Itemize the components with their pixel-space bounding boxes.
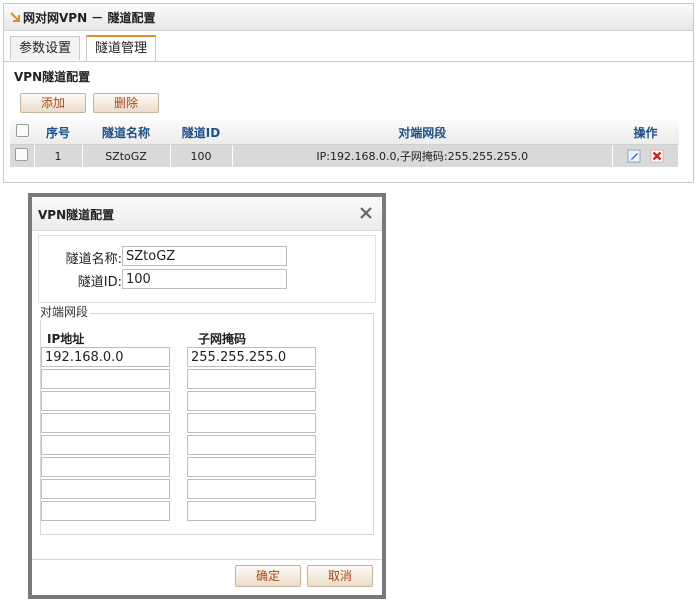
tab-tunnel-manage[interactable]: 隧道管理 xyxy=(86,35,156,61)
tunnel-dialog: VPN隧道配置 隧道名称: 隧道ID: 对端网段 IP地址 子网掩码 确定 取消 xyxy=(28,193,386,599)
tab-bar: 参数设置 隧道管理 xyxy=(4,31,693,62)
ip-input-2[interactable] xyxy=(41,369,170,389)
id-label: 隧道ID: xyxy=(77,275,122,290)
tunnel-name-input[interactable] xyxy=(122,246,287,266)
panel-header: 网对网VPN － 隧道配置 xyxy=(4,4,693,31)
cell-remote: IP:192.168.0.0,子网掩码:255.255.255.0 xyxy=(232,144,613,167)
mask-input-7[interactable] xyxy=(187,479,316,499)
header-id: 隧道ID xyxy=(170,120,232,145)
group-title: VPN隧道配置 xyxy=(14,70,91,84)
cell-index: 1 xyxy=(34,144,83,167)
cell-id: 100 xyxy=(170,144,233,167)
tab-params[interactable]: 参数设置 xyxy=(10,36,80,60)
header-remote: 对端网段 xyxy=(232,120,613,145)
cell-actions xyxy=(612,144,679,167)
delete-icon[interactable] xyxy=(650,149,664,163)
table-header-row: 序号 隧道名称 隧道ID 对端网段 操作 xyxy=(10,120,679,145)
header-name: 隧道名称 xyxy=(82,120,170,145)
mask-input-5[interactable] xyxy=(187,435,316,455)
arrow-icon xyxy=(10,12,20,22)
mask-input-6[interactable] xyxy=(187,457,316,477)
ip-input-8[interactable] xyxy=(41,501,170,521)
delete-button[interactable]: 删除 xyxy=(93,93,159,113)
ip-input-7[interactable] xyxy=(41,479,170,499)
ip-input-5[interactable] xyxy=(41,435,170,455)
panel-title: 网对网VPN － 隧道配置 xyxy=(23,10,156,25)
tunnel-table: 序号 隧道名称 隧道ID 对端网段 操作 1 SZtoGZ 100 IP:192… xyxy=(10,120,679,167)
select-all-checkbox[interactable] xyxy=(15,124,29,137)
close-icon[interactable] xyxy=(358,205,374,221)
name-label: 隧道名称: xyxy=(65,252,122,267)
add-button[interactable]: 添加 xyxy=(20,93,86,113)
tunnel-id-input[interactable] xyxy=(122,269,287,289)
confirm-button[interactable]: 确定 xyxy=(235,565,301,587)
ip-header: IP地址 xyxy=(47,332,85,346)
cancel-button[interactable]: 取消 xyxy=(307,565,373,587)
row-checkbox[interactable] xyxy=(15,148,29,161)
dialog-footer-divider xyxy=(32,559,382,560)
ip-input-1[interactable] xyxy=(41,347,170,367)
select-all-cell xyxy=(10,120,34,145)
dialog-title: VPN隧道配置 xyxy=(38,208,115,222)
mask-input-1[interactable] xyxy=(187,347,316,367)
ip-input-4[interactable] xyxy=(41,413,170,433)
mask-header: 子网掩码 xyxy=(198,332,247,346)
cell-name: SZtoGZ xyxy=(82,144,171,167)
ip-input-3[interactable] xyxy=(41,391,170,411)
header-index: 序号 xyxy=(34,120,82,145)
mask-input-2[interactable] xyxy=(187,369,316,389)
row-select-cell xyxy=(10,144,35,167)
table-row: 1 SZtoGZ 100 IP:192.168.0.0,子网掩码:255.255… xyxy=(10,144,679,167)
edit-icon[interactable] xyxy=(627,149,641,163)
header-actions: 操作 xyxy=(612,120,679,145)
mask-input-3[interactable] xyxy=(187,391,316,411)
mask-input-4[interactable] xyxy=(187,413,316,433)
remote-segment-legend: 对端网段 xyxy=(38,303,91,320)
dialog-header: VPN隧道配置 xyxy=(32,197,382,231)
mask-input-8[interactable] xyxy=(187,501,316,521)
ip-input-6[interactable] xyxy=(41,457,170,477)
